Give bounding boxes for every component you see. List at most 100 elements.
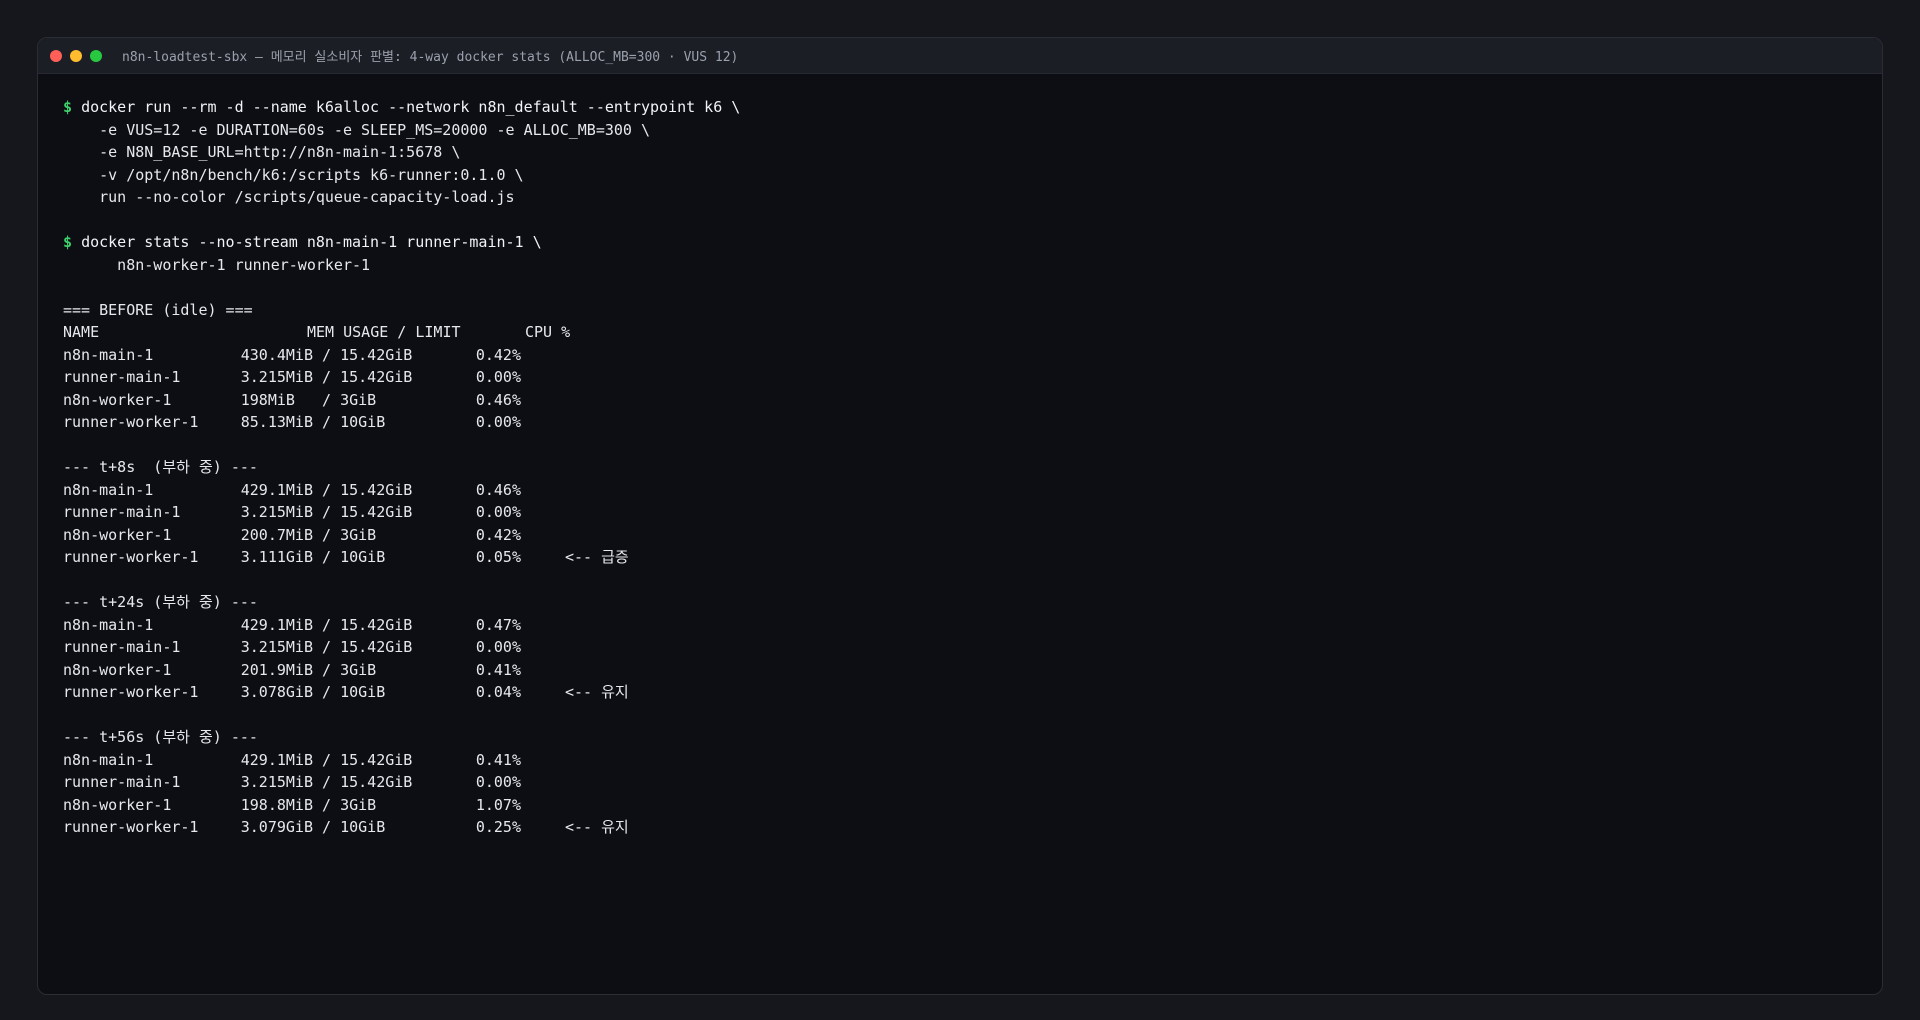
container-name: n8n-worker-1 xyxy=(63,390,172,409)
mem-usage: 3.215MiB xyxy=(240,773,313,791)
mem-limit: 3GiB xyxy=(340,660,377,679)
stats-row: n8n-worker-1 200.7MiB / 3GiB 0.42% xyxy=(63,524,1862,547)
container-name: n8n-worker-1 xyxy=(63,660,172,679)
mem-usage: 3.215MiB xyxy=(240,638,313,656)
mem-limit-cell: / 15.42GiB xyxy=(313,503,413,521)
cpu-percent: 0.00% xyxy=(475,368,521,386)
stats-row: n8n-worker-1 198MiB / 3GiB 0.46% xyxy=(63,389,1862,412)
mem-usage: 85.13MiB xyxy=(240,413,313,431)
command-continuation: -e VUS=12 -e DURATION=60s -e SLEEP_MS=20… xyxy=(63,120,650,139)
prompt-symbol: $ xyxy=(63,98,73,116)
mem-limit-cell: / 15.42GiB xyxy=(313,638,413,656)
terminal-output[interactable]: $ docker run --rm -d --name k6alloc --ne… xyxy=(63,96,1862,984)
maximize-window-button[interactable] xyxy=(90,49,102,62)
command-line-docker-stats: $ docker stats --no-stream n8n-main-1 ru… xyxy=(63,231,1862,254)
mem-usage: 200.7MiB xyxy=(240,525,313,544)
mem-limit: 15.42GiB xyxy=(340,345,413,364)
terminal-window: n8n-loadtest-sbx — 메모리 실소비자 판별: 4-way do… xyxy=(37,37,1883,995)
mem-limit: 10GiB xyxy=(340,683,386,701)
section-title: === BEFORE (idle) === xyxy=(63,300,253,319)
stats-row: n8n-main-1 430.4MiB / 15.42GiB 0.42% xyxy=(63,344,1862,367)
mem-limit: 3GiB xyxy=(340,795,377,814)
cpu-percent: 0.00% xyxy=(475,413,521,431)
cpu-percent: 0.42% xyxy=(475,525,521,544)
container-name: runner-main-1 xyxy=(63,638,181,656)
mem-limit: 15.42GiB xyxy=(340,615,413,634)
mem-usage: 429.1MiB xyxy=(240,615,313,634)
stats-row: n8n-main-1 429.1MiB / 15.42GiB 0.47% xyxy=(63,614,1862,637)
mem-limit-cell: / 15.42GiB xyxy=(313,773,413,791)
mem-limit: 15.42GiB xyxy=(340,503,413,521)
mem-limit: 15.42GiB xyxy=(340,368,413,386)
header-name: NAME xyxy=(63,323,100,341)
mem-limit-cell: / 3GiB xyxy=(313,660,377,679)
stats-row: n8n-worker-1 201.9MiB / 3GiB 0.41% xyxy=(63,659,1862,682)
mem-limit: 10GiB xyxy=(340,818,386,836)
cpu-percent: 0.47% xyxy=(475,615,521,634)
mem-limit-cell: / 15.42GiB xyxy=(313,345,413,364)
minimize-window-button[interactable] xyxy=(70,49,82,62)
mem-limit: 3GiB xyxy=(340,525,377,544)
mem-usage: 429.1MiB xyxy=(240,480,313,499)
stats-row: runner-main-1 3.215MiB / 15.42GiB 0.00% xyxy=(63,366,1862,389)
mem-limit-cell: / 10GiB xyxy=(313,413,386,431)
mem-limit-cell: / 3GiB xyxy=(313,795,377,814)
row-annotation: <-- 유지 xyxy=(565,683,629,701)
window-title: n8n-loadtest-sbx — 메모리 실소비자 판별: 4-way do… xyxy=(122,50,739,65)
section-title: --- t+56s (부하 중) --- xyxy=(63,728,258,746)
command-line-docker-run: $ docker run --rm -d --name k6alloc --ne… xyxy=(63,96,1862,119)
mem-limit-cell: / 3GiB xyxy=(313,525,377,544)
mem-limit-cell: / 15.42GiB xyxy=(313,368,413,386)
cpu-percent: 0.00% xyxy=(475,503,521,521)
row-annotation: <-- 급증 xyxy=(565,548,629,566)
container-name: n8n-main-1 xyxy=(63,345,154,364)
container-name: runner-main-1 xyxy=(63,773,181,791)
title-bar: n8n-loadtest-sbx — 메모리 실소비자 판별: 4-way do… xyxy=(38,38,1882,74)
command-continuation: run --no-color /scripts/queue-capacity-l… xyxy=(63,188,515,206)
container-name: runner-worker-1 xyxy=(63,683,199,701)
close-window-button[interactable] xyxy=(50,49,62,62)
stats-row: runner-worker-1 3.111GiB / 10GiB 0.05% <-- … xyxy=(63,546,1862,569)
mem-limit: 10GiB xyxy=(340,413,386,431)
mem-limit-cell: / 3GiB xyxy=(313,390,377,409)
cpu-percent: 0.05% xyxy=(475,548,521,566)
cpu-percent: 0.00% xyxy=(475,638,521,656)
cpu-percent: 1.07% xyxy=(475,795,521,814)
mem-limit: 15.42GiB xyxy=(340,480,413,499)
mem-limit-cell: / 15.42GiB xyxy=(313,480,413,499)
mem-usage: 198.8MiB xyxy=(240,795,313,814)
container-name: n8n-main-1 xyxy=(63,615,154,634)
stats-row: runner-main-1 3.215MiB / 15.42GiB 0.00% xyxy=(63,771,1862,794)
stats-row: runner-worker-1 3.078GiB / 10GiB 0.04% <-- … xyxy=(63,681,1862,704)
mem-limit-cell: / 15.42GiB xyxy=(313,615,413,634)
container-name: runner-worker-1 xyxy=(63,818,199,836)
header-cpu: CPU % xyxy=(525,323,571,341)
container-name: n8n-main-1 xyxy=(63,480,154,499)
mem-limit: 10GiB xyxy=(340,548,386,566)
command-text: docker run --rm -d --name k6alloc --netw… xyxy=(81,98,741,116)
stats-row: n8n-worker-1 198.8MiB / 3GiB 1.07% xyxy=(63,794,1862,817)
mem-limit: 15.42GiB xyxy=(340,638,413,656)
container-name: n8n-worker-1 xyxy=(63,795,172,814)
stats-output: === BEFORE (idle) === NAME MEM USAGE / LIM… xyxy=(63,299,1862,839)
container-name: runner-worker-1 xyxy=(63,548,199,566)
container-name: n8n-worker-1 xyxy=(63,525,172,544)
mem-limit: 15.42GiB xyxy=(340,773,413,791)
mem-usage: 3.215MiB xyxy=(240,368,313,386)
container-name: runner-main-1 xyxy=(63,368,181,386)
container-name: runner-main-1 xyxy=(63,503,181,521)
stats-row: runner-worker-1 85.13MiB / 10GiB 0.00% xyxy=(63,411,1862,434)
cpu-percent: 0.41% xyxy=(475,750,521,769)
mem-limit: 15.42GiB xyxy=(340,750,413,769)
mem-usage: 198MiB xyxy=(240,390,313,409)
stats-row: runner-main-1 3.215MiB / 15.42GiB 0.00% xyxy=(63,636,1862,659)
command-text: docker stats --no-stream n8n-main-1 runn… xyxy=(81,233,542,251)
section-title: --- t+24s (부하 중) --- xyxy=(63,593,258,611)
stats-row: runner-worker-1 3.079GiB / 10GiB 0.25% <-- … xyxy=(63,816,1862,839)
mem-limit-cell: / 10GiB xyxy=(313,548,386,566)
mem-usage: 3.215MiB xyxy=(240,503,313,521)
